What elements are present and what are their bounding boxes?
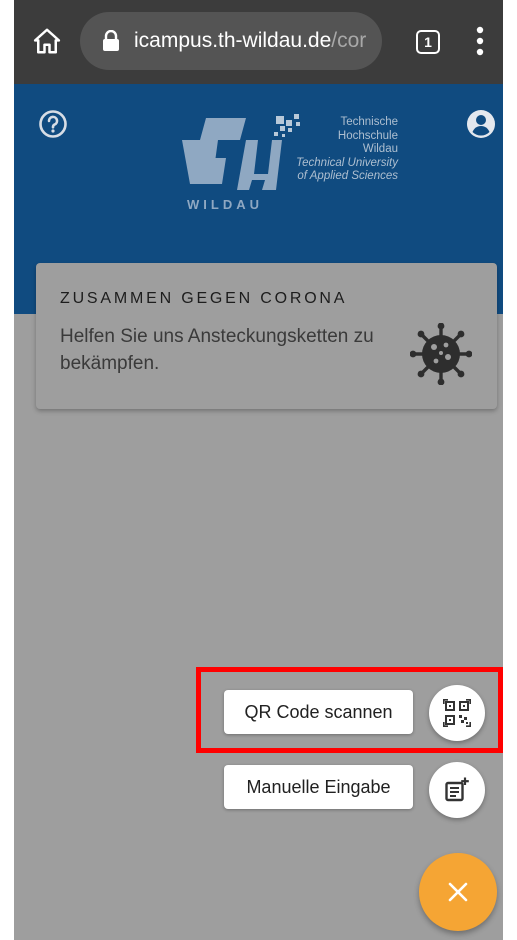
lock-icon [103,30,119,51]
manual-entry-label[interactable]: Manuelle Eingabe [224,765,413,809]
browser-toolbar: icampus.th-wildau.de/cor 1 [14,0,503,84]
url-text: icampus.th-wildau.de/cor [134,29,366,53]
highlight-box [196,667,503,753]
tab-switcher-button[interactable]: 1 [416,30,440,54]
account-circle-icon[interactable] [465,108,497,140]
card-text: Helfen Sie uns Ansteckungsketten zu bekä… [60,326,374,374]
corona-info-card[interactable]: ZUSAMMEN GEGEN CORONA Helfen Sie uns Ans… [36,263,497,409]
logo-line: Hochschule [337,129,398,142]
home-icon[interactable] [32,26,62,56]
help-circle-icon[interactable] [38,109,68,139]
more-vert-icon[interactable] [476,26,484,56]
note-add-icon [445,777,469,802]
url-path: /cor [331,29,367,52]
virus-icon [410,323,472,385]
close-icon [448,882,468,902]
url-domain: icampus.th-wildau.de [134,29,332,52]
logo-line: of Applied Sciences [297,170,398,182]
logo-line: Wildau [362,143,398,155]
manual-entry-button[interactable] [429,762,485,818]
app-screen: icampus.th-wildau.de/cor 1 WILDAU Techni… [14,0,503,940]
card-title: ZUSAMMEN GEGEN CORONA [60,290,348,307]
logo-wordmark: WILDAU [187,197,263,212]
logo-line: Technische [340,116,398,128]
logo-line: Technical University [296,156,398,169]
address-bar[interactable]: icampus.th-wildau.de/cor [80,12,382,70]
close-speed-dial-button[interactable] [419,853,497,931]
logo-text: Technische Hochschule Wildau Technical U… [282,116,398,184]
